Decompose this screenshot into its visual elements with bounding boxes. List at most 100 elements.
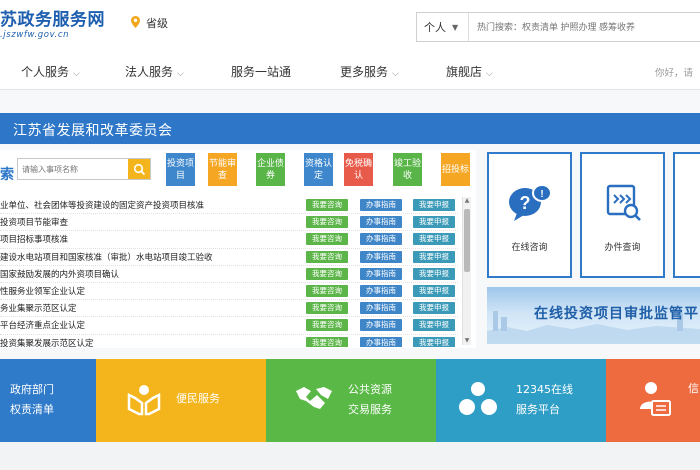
nav-personal-services[interactable]: 个人服务 ⌵ <box>21 63 80 80</box>
tile-line: 便民服务 <box>176 392 220 405</box>
site-logo-text[interactable]: 苏政务服务网 <box>0 5 105 30</box>
item-list-scrollbar[interactable]: ▲ ▼ <box>462 197 471 345</box>
nav-one-stop-service[interactable]: 服务一站通 <box>231 63 291 80</box>
category-investment-project[interactable]: 投资项目 <box>166 153 195 186</box>
handshake-icon <box>296 387 332 409</box>
service-item-title[interactable]: 业单位、社会团体等投资建设的固定资产投资项目核准 <box>0 199 204 211</box>
apply-button[interactable]: 我要申报 <box>413 250 455 263</box>
tile-public-resources[interactable]: 公共资源 交易服务 <box>266 359 436 442</box>
svg-text:!: ! <box>540 189 543 200</box>
user-card-icon <box>640 382 671 416</box>
consult-button[interactable]: 我要咨询 <box>306 319 348 332</box>
tile-12345-platform[interactable]: 12345在线 服务平台 <box>436 359 606 442</box>
department-title: 江苏省发展和改革委员会 <box>13 123 173 139</box>
category-completion-acceptance[interactable]: 竣工验收 <box>393 153 422 186</box>
consult-button[interactable]: 我要咨询 <box>306 199 348 211</box>
apply-button[interactable]: 我要申报 <box>413 199 455 211</box>
guide-button[interactable]: 办事指南 <box>360 336 402 347</box>
tile-line: 服务平台 <box>516 403 560 416</box>
chevron-down-icon: ▼ <box>452 22 459 32</box>
guide-button[interactable]: 办事指南 <box>360 284 402 297</box>
apply-button[interactable]: 我要申报 <box>413 302 455 315</box>
tile-line: 交易服务 <box>348 403 392 416</box>
tile-text: 政府部门 权责清单 <box>10 380 54 420</box>
service-item-title[interactable]: 国家鼓励发展的内外资项目确认 <box>0 268 119 280</box>
service-item-title[interactable]: 平台经济重点企业认定 <box>0 319 85 331</box>
category-corporate-bonds[interactable]: 企业债券 <box>256 153 285 186</box>
apply-button[interactable]: 我要申报 <box>413 336 455 347</box>
tile-convenience-services[interactable]: 便民服务 <box>96 359 266 442</box>
consult-button[interactable]: 我要咨询 <box>306 336 348 347</box>
category-qualification[interactable]: 资格认定 <box>304 153 333 186</box>
scroll-up-icon[interactable]: ▲ <box>463 197 471 205</box>
service-items-panel: 索 投资项目 节能审查 企业债券 资格认定 免税确认 竣工验收 招投标 业单位、… <box>0 150 476 348</box>
scroll-thumb[interactable] <box>464 209 470 272</box>
nav-item-label: 个人服务 <box>21 65 70 79</box>
banner-title: 在线投资项目审批监管平台 <box>534 306 700 322</box>
consult-button[interactable]: 我要咨询 <box>306 302 348 315</box>
service-item-title[interactable]: 性服务业领军企业认定 <box>0 285 85 297</box>
service-item-row: 投资集聚发展示范区认定 我要咨询 办事指南 我要申报 <box>0 335 458 348</box>
service-item-title[interactable]: 项目招标事项核准 <box>0 233 68 245</box>
service-item-list: 业单位、社会团体等投资建设的固定资产投资项目核准 我要咨询 办事指南 我要申报 投资项目… <box>0 197 458 347</box>
chat-question-icon: ? ! <box>509 184 552 221</box>
service-item-row: 投资项目节能审查 我要咨询 办事指南 我要申报 <box>0 214 458 232</box>
investment-platform-banner[interactable]: 在线投资项目审批监管平台 <box>487 287 700 344</box>
nav-corporate-services[interactable]: 法人服务 ⌵ <box>125 63 184 80</box>
service-item-row: 项目招标事项核准 我要咨询 办事指南 我要申报 <box>0 231 458 249</box>
card-label: 在线咨询 <box>511 243 548 253</box>
service-item-title[interactable]: 建设水电站项目和国家核准（审批）水电站项目竣工验收 <box>0 251 213 263</box>
search-icon <box>133 163 145 175</box>
apply-button[interactable]: 我要申报 <box>413 267 455 280</box>
guide-button[interactable]: 办事指南 <box>360 216 402 229</box>
online-consultation-card[interactable]: ? ! 在线咨询 <box>487 152 572 278</box>
apply-button[interactable]: 我要申报 <box>413 216 455 229</box>
consult-button[interactable]: 我要咨询 <box>306 233 348 246</box>
category-label: 招投标 <box>442 164 470 175</box>
item-search-button[interactable] <box>128 159 150 179</box>
search-scope-select[interactable]: 个人 ▼ <box>417 13 469 41</box>
case-query-card[interactable]: 办件查询 <box>580 152 665 278</box>
tile-line: 权责清单 <box>10 403 54 416</box>
apply-button[interactable]: 我要申报 <box>413 233 455 246</box>
user-greeting[interactable]: 你好，请 <box>655 65 693 79</box>
guide-button[interactable]: 办事指南 <box>360 199 402 211</box>
guide-button[interactable]: 办事指南 <box>360 233 402 246</box>
consult-button[interactable]: 我要咨询 <box>306 250 348 263</box>
tile-text: 便民服务 <box>176 389 220 409</box>
nav-flagship-store[interactable]: 旗舰店 ⌵ <box>446 63 493 80</box>
category-tax-exemption[interactable]: 免税确认 <box>344 153 373 186</box>
apply-button[interactable]: 我要申报 <box>413 284 455 297</box>
partial-card[interactable] <box>673 152 700 278</box>
guide-button[interactable]: 办事指南 <box>360 302 402 315</box>
hand-heart-icon <box>127 385 161 416</box>
service-item-title[interactable]: 投资集聚发展示范区认定 <box>0 337 94 348</box>
location-selector[interactable]: 省级 <box>146 15 168 31</box>
consult-button[interactable]: 我要咨询 <box>306 284 348 297</box>
item-search-input[interactable] <box>22 159 126 179</box>
category-bidding[interactable]: 招投标 <box>441 153 470 186</box>
nav-item-label: 旗舰店 <box>446 65 483 79</box>
search-input[interactable] <box>477 13 700 41</box>
tile-line: 公共资源 <box>348 383 392 396</box>
location-pin-icon <box>131 16 140 28</box>
scroll-down-icon[interactable]: ▼ <box>463 337 471 345</box>
tile-credit[interactable]: 信 <box>606 359 700 442</box>
consult-button[interactable]: 我要咨询 <box>306 267 348 280</box>
service-item-title[interactable]: 务业集聚示范区认定 <box>0 302 77 314</box>
tile-line: 信 <box>688 382 699 395</box>
apply-button[interactable]: 我要申报 <box>413 319 455 332</box>
service-item-row: 国家鼓励发展的内外资项目确认 我要咨询 办事指南 我要申报 <box>0 266 458 283</box>
service-item-row: 建设水电站项目和国家核准（审批）水电站项目竣工验收 我要咨询 办事指南 我要申报 <box>0 249 458 266</box>
category-label: 企业债券 <box>257 158 285 181</box>
service-item-title[interactable]: 投资项目节能审查 <box>0 216 68 228</box>
guide-button[interactable]: 办事指南 <box>360 267 402 280</box>
department-title-bar: 江苏省发展和改革委员会 <box>0 113 700 144</box>
tile-line: 政府部门 <box>10 383 54 396</box>
nav-more-services[interactable]: 更多服务 ⌵ <box>340 63 399 80</box>
guide-button[interactable]: 办事指南 <box>360 250 402 263</box>
guide-button[interactable]: 办事指南 <box>360 319 402 332</box>
consult-button[interactable]: 我要咨询 <box>306 216 348 229</box>
category-energy-review[interactable]: 节能审查 <box>208 153 237 186</box>
tile-power-list[interactable]: 政府部门 权责清单 <box>0 359 96 442</box>
